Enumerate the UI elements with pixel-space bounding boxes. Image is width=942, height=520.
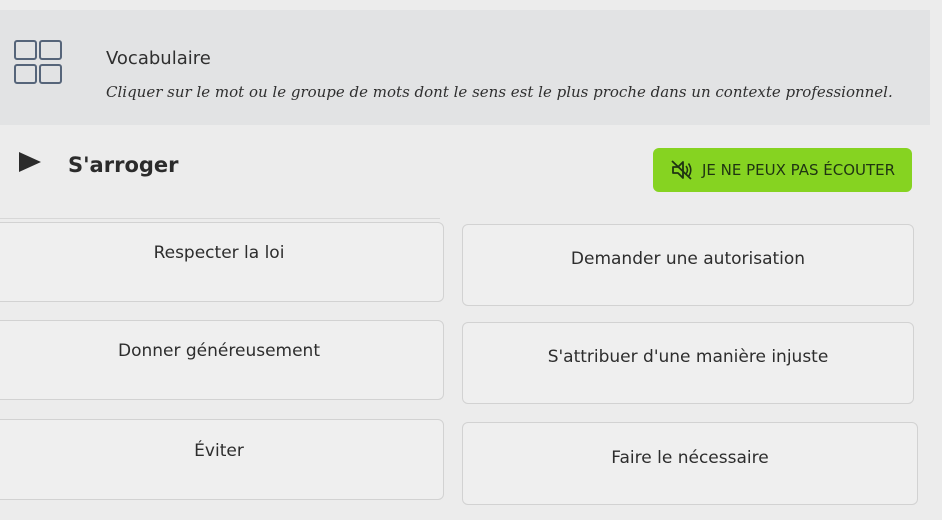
answer-option-label: S'attribuer d'une manière injuste bbox=[547, 347, 829, 367]
play-icon bbox=[19, 152, 41, 172]
answer-option-label: Demander une autorisation bbox=[570, 249, 806, 269]
exercise-instruction: Cliquer sur le mot ou le groupe de mots … bbox=[106, 83, 893, 101]
answer-option-5[interactable]: Éviter bbox=[0, 419, 444, 500]
answer-option-1[interactable]: Respecter la loi bbox=[0, 222, 444, 302]
answer-option-6[interactable]: Faire le nécessaire bbox=[462, 422, 918, 505]
divider bbox=[0, 218, 440, 219]
answer-option-3[interactable]: Donner généreusement bbox=[0, 320, 444, 400]
exercise-header: Vocabulaire Cliquer sur le mot ou le gro… bbox=[0, 10, 930, 125]
grid-icon bbox=[14, 40, 62, 90]
cant-listen-button[interactable]: JE NE PEUX PAS ÉCOUTER bbox=[653, 148, 912, 192]
play-audio-button[interactable] bbox=[14, 150, 44, 174]
answer-option-2[interactable]: Demander une autorisation bbox=[462, 224, 914, 306]
speaker-muted-icon bbox=[671, 160, 692, 180]
answer-option-label: Respecter la loi bbox=[153, 243, 285, 263]
exercise-title: Vocabulaire bbox=[106, 48, 211, 69]
question-word: S'arroger bbox=[68, 153, 179, 177]
answer-option-label: Donner généreusement bbox=[118, 341, 320, 361]
answer-option-label: Faire le nécessaire bbox=[611, 447, 769, 468]
cant-listen-label: JE NE PEUX PAS ÉCOUTER bbox=[701, 161, 896, 179]
answer-option-label: Éviter bbox=[194, 440, 244, 461]
answer-option-4[interactable]: S'attribuer d'une manière injuste bbox=[462, 322, 914, 404]
